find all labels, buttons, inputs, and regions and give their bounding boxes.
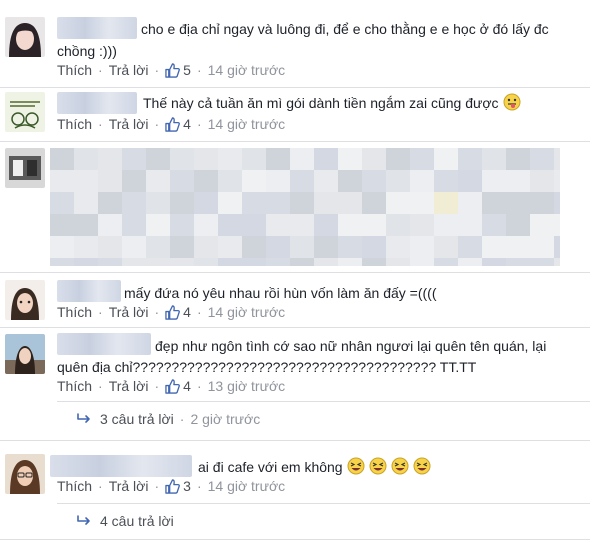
view-replies[interactable]: 4 câu trả lời bbox=[76, 513, 174, 529]
view-replies[interactable]: 3 câu trả lời · 2 giờ trước bbox=[76, 411, 260, 427]
separator: · bbox=[154, 378, 160, 394]
comment-text: mấy đứa nó yêu nhau rồi hùn vốn làm ăn đ… bbox=[124, 285, 437, 301]
separator: · bbox=[154, 478, 160, 494]
comment-text: ai đi cafe với em không bbox=[198, 457, 431, 477]
comment-text: Thế này cả tuần ăn mì gói dành tiền ngắm… bbox=[143, 93, 521, 113]
like-link[interactable]: Thích bbox=[57, 116, 92, 132]
like-link[interactable]: Thích bbox=[57, 478, 92, 494]
separator: · bbox=[98, 378, 103, 394]
reply-link[interactable]: Trả lời bbox=[109, 478, 149, 494]
timestamp[interactable]: 14 giờ trước bbox=[208, 116, 286, 132]
replies-count[interactable]: 4 câu trả lời bbox=[100, 513, 174, 529]
separator: · bbox=[98, 478, 103, 494]
timestamp[interactable]: 14 giờ trước bbox=[208, 304, 286, 320]
commenter-name[interactable] bbox=[57, 17, 137, 39]
obscured-comment bbox=[50, 148, 560, 266]
avatar[interactable] bbox=[5, 148, 45, 188]
divider bbox=[57, 401, 590, 402]
like-count[interactable]: 5 bbox=[183, 62, 191, 78]
avatar[interactable] bbox=[5, 92, 45, 132]
comment-text-cont: quên địa chỉ????????????????????????????… bbox=[57, 359, 477, 375]
reply-link[interactable]: Trả lời bbox=[109, 304, 149, 320]
commenter-name[interactable] bbox=[57, 280, 121, 302]
like-link[interactable]: Thích bbox=[57, 304, 92, 320]
comment-actions: Thích · Trả lời · 4 · 13 giờ trước bbox=[57, 378, 285, 394]
separator: · bbox=[98, 116, 103, 132]
comment-actions: Thích · Trả lời · 4 · 14 giờ trước bbox=[57, 116, 285, 132]
separator: · bbox=[154, 116, 160, 132]
like-link[interactable]: Thích bbox=[57, 378, 92, 394]
timestamp[interactable]: 13 giờ trước bbox=[208, 378, 286, 394]
comment-actions: Thích · Trả lời · 3 · 14 giờ trước bbox=[57, 478, 285, 494]
replies-timestamp: 2 giờ trước bbox=[190, 411, 261, 427]
divider bbox=[57, 503, 590, 504]
like-count[interactable]: 3 bbox=[183, 478, 191, 494]
replies-count[interactable]: 3 câu trả lời bbox=[100, 411, 174, 427]
reply-link[interactable]: Trả lời bbox=[109, 116, 149, 132]
tongue-out-emoji-icon bbox=[503, 93, 521, 111]
like-count[interactable]: 4 bbox=[183, 378, 191, 394]
avatar[interactable] bbox=[5, 454, 45, 494]
divider bbox=[0, 539, 590, 540]
thumbs-up-icon[interactable] bbox=[165, 304, 181, 320]
divider bbox=[0, 141, 590, 142]
comment-actions: Thích · Trả lời · 5 · 14 giờ trước bbox=[57, 62, 285, 78]
separator: · bbox=[154, 62, 160, 78]
comment-1: cho e địa chỉ ngay và luông đi, để e cho… bbox=[0, 0, 590, 88]
reply-link[interactable]: Trả lời bbox=[109, 62, 149, 78]
comment-text-cont: chồng :))) bbox=[57, 43, 117, 59]
reply-arrow-icon bbox=[77, 515, 90, 525]
separator: · bbox=[98, 62, 103, 78]
divider bbox=[0, 327, 590, 328]
thumbs-up-icon[interactable] bbox=[165, 378, 181, 394]
reply-link[interactable]: Trả lời bbox=[109, 378, 149, 394]
separator: · bbox=[154, 304, 160, 320]
comment-text: đẹp như ngôn tình cớ sao nữ nhân ngươi l… bbox=[155, 338, 547, 354]
commenter-name[interactable] bbox=[57, 333, 151, 355]
timestamp[interactable]: 14 giờ trước bbox=[208, 478, 286, 494]
separator: · bbox=[196, 378, 202, 394]
separator: · bbox=[179, 411, 185, 427]
commenter-name[interactable] bbox=[50, 455, 192, 477]
avatar[interactable] bbox=[5, 334, 45, 374]
separator: · bbox=[196, 62, 202, 78]
comment-actions: Thích · Trả lời · 4 · 14 giờ trước bbox=[57, 304, 285, 320]
commenter-name[interactable] bbox=[57, 92, 137, 114]
laughing-emoji-icon bbox=[413, 457, 431, 475]
comment-text-content: ai đi cafe với em không bbox=[198, 459, 343, 475]
thumbs-up-icon[interactable] bbox=[165, 478, 181, 494]
like-count[interactable]: 4 bbox=[183, 304, 191, 320]
separator: · bbox=[98, 304, 103, 320]
comment-text-content: Thế này cả tuần ăn mì gói dành tiền ngắm… bbox=[143, 95, 499, 111]
comment-2: Thế này cả tuần ăn mì gói dành tiền ngắm… bbox=[0, 88, 590, 142]
like-count[interactable]: 4 bbox=[183, 116, 191, 132]
laughing-emoji-icon bbox=[369, 457, 387, 475]
comment-text: cho e địa chỉ ngay và luông đi, để e cho… bbox=[141, 21, 549, 37]
thumbs-up-icon[interactable] bbox=[165, 62, 181, 78]
separator: · bbox=[196, 478, 202, 494]
like-link[interactable]: Thích bbox=[57, 62, 92, 78]
divider bbox=[0, 272, 590, 273]
avatar[interactable] bbox=[5, 280, 45, 320]
avatar[interactable] bbox=[5, 17, 45, 57]
timestamp[interactable]: 14 giờ trước bbox=[208, 62, 286, 78]
separator: · bbox=[196, 304, 202, 320]
laughing-emoji-icon bbox=[347, 457, 365, 475]
separator: · bbox=[196, 116, 202, 132]
thumbs-up-icon[interactable] bbox=[165, 116, 181, 132]
divider bbox=[0, 440, 590, 441]
reply-arrow-icon bbox=[77, 413, 90, 423]
laughing-emoji-icon bbox=[391, 457, 409, 475]
